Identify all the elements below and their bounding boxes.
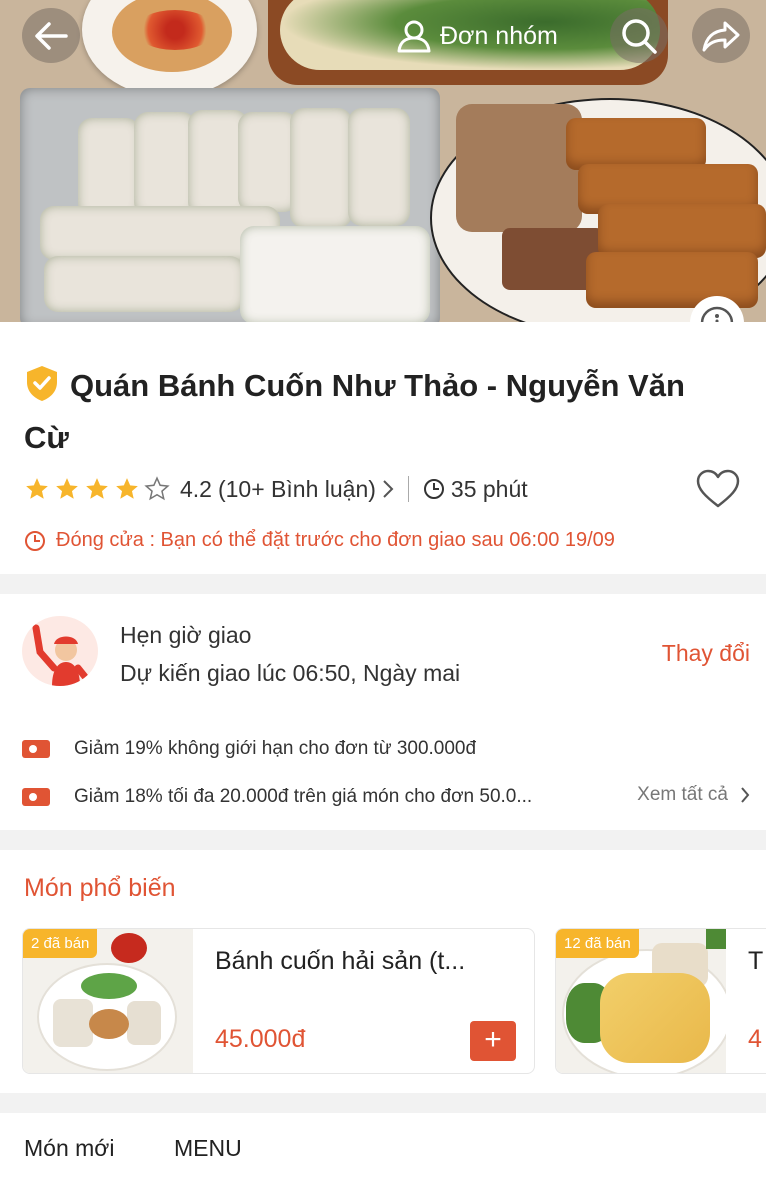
- dish-image: 12 đã bán: [556, 929, 726, 1073]
- tab-menu[interactable]: MENU: [174, 1135, 242, 1162]
- shop-title: Quán Bánh Cuốn Như Thảo - Nguyễn Văn Cừ: [24, 360, 724, 464]
- sold-badge: 2 đã bán: [23, 929, 98, 958]
- voucher-icon: [22, 788, 50, 806]
- menu-tabs: Món mới MENU: [0, 1113, 766, 1193]
- shop-name: Quán Bánh Cuốn Như Thảo - Nguyễn Văn Cừ: [24, 368, 685, 455]
- chili-garnish: [135, 10, 215, 50]
- rating-stars: [24, 476, 170, 502]
- clock-icon: [423, 479, 444, 499]
- star-filled-icon: [86, 478, 108, 499]
- group-order-button[interactable]: Đơn nhóm: [384, 12, 570, 60]
- delivery-rider-icon: [32, 624, 90, 686]
- rating-value: 4.2: [180, 475, 212, 502]
- group-user-icon: [397, 20, 431, 53]
- see-all-promos-link[interactable]: Xem tất cả: [637, 784, 750, 806]
- dish-price: 45.000đ: [215, 1025, 306, 1053]
- promo-item[interactable]: Giảm 18% tối đa 20.000đ trên giá món cho…: [22, 786, 532, 808]
- dish-card[interactable]: 12 đã bán T 4: [555, 928, 766, 1074]
- rice-roll: [238, 112, 298, 212]
- share-button[interactable]: [692, 8, 750, 63]
- share-icon: [702, 21, 740, 51]
- shop-meta: 4.2 (10+ Bình luận) 35 phút: [24, 472, 528, 506]
- verified-shield-icon: [27, 366, 57, 401]
- shop-info-card: Quán Bánh Cuốn Như Thảo - Nguyễn Văn Cừ …: [0, 322, 766, 574]
- rice-roll: [290, 108, 352, 228]
- delivery-rider-avatar: [22, 616, 98, 686]
- fried-spring-roll: [598, 204, 766, 258]
- fried-spring-roll: [586, 252, 758, 308]
- delivery-card: Hẹn giờ giao Dự kiến giao lúc 06:50, Ngà…: [0, 594, 766, 830]
- closed-notice: Đóng cửa : Bạn có thể đặt trước cho đơn …: [24, 529, 615, 552]
- voucher-icon: [22, 740, 50, 758]
- promo-text: Giảm 19% không giới hạn cho đơn từ 300.0…: [74, 738, 477, 759]
- section-title: Món phổ biến: [24, 874, 176, 902]
- prep-time: 35 phút: [450, 475, 528, 502]
- pork-roll: [456, 104, 582, 232]
- star-empty-icon: [144, 476, 170, 501]
- rice-roll: [78, 118, 140, 218]
- chevron-right-icon: [383, 480, 394, 498]
- popular-dishes-section: Món phổ biến 2 đã bán Bánh cuốn hải sản …: [0, 850, 766, 1093]
- divider: [407, 476, 409, 502]
- star-filled-icon: [116, 478, 138, 499]
- clock-icon: [25, 530, 45, 551]
- reviews-link[interactable]: (10+ Bình luận): [218, 476, 376, 503]
- fried-spring-roll: [566, 118, 706, 170]
- change-schedule-button[interactable]: Thay đổi: [662, 640, 750, 667]
- dish-name: T: [748, 947, 764, 975]
- dish-name: Bánh cuốn hải sản (t...: [215, 947, 466, 975]
- back-button[interactable]: [22, 8, 80, 63]
- promo-item[interactable]: Giảm 19% không giới hạn cho đơn từ 300.0…: [22, 738, 476, 760]
- star-filled-icon: [26, 478, 48, 499]
- see-all-label: Xem tất cả: [637, 784, 728, 805]
- schedule-title: Hẹn giờ giao: [120, 622, 252, 648]
- closed-notice-text: Đóng cửa : Bạn có thể đặt trước cho đơn …: [56, 529, 615, 551]
- rice-sheet: [240, 226, 430, 322]
- rice-roll: [348, 108, 410, 226]
- dish-price: 4: [748, 1025, 762, 1053]
- chevron-right-icon: [741, 787, 750, 803]
- schedule-eta: Dự kiến giao lúc 06:50, Ngày mai: [120, 660, 461, 686]
- back-arrow-icon: [35, 21, 68, 50]
- sold-badge: 12 đã bán: [556, 929, 639, 958]
- tab-new-dishes[interactable]: Món mới: [24, 1135, 114, 1162]
- favorite-heart-icon[interactable]: [695, 469, 741, 509]
- dish-card[interactable]: 2 đã bán Bánh cuốn hải sản (t... 45.000đ…: [22, 928, 535, 1074]
- rice-roll: [134, 112, 196, 216]
- promo-text: Giảm 18% tối đa 20.000đ trên giá món cho…: [74, 786, 533, 807]
- rice-roll: [44, 256, 244, 312]
- add-to-cart-button[interactable]: +: [470, 1021, 516, 1061]
- group-order-label: Đơn nhóm: [440, 21, 558, 50]
- dish-image: 2 đã bán: [23, 929, 193, 1073]
- search-button[interactable]: [610, 8, 668, 63]
- star-filled-icon: [56, 478, 78, 499]
- search-icon: [622, 18, 657, 54]
